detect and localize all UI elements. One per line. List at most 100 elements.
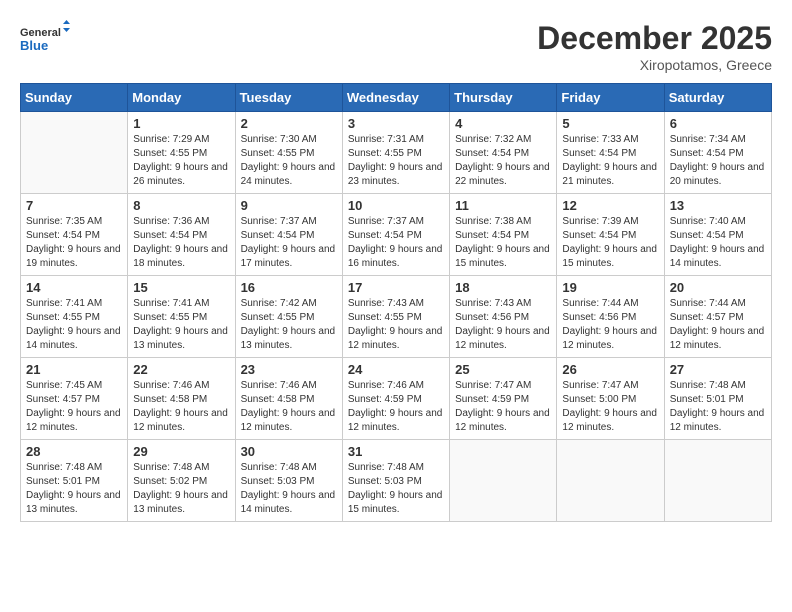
calendar-cell: 16Sunrise: 7:42 AMSunset: 4:55 PMDayligh…	[235, 276, 342, 358]
day-info: Sunrise: 7:30 AMSunset: 4:55 PMDaylight:…	[241, 133, 337, 189]
location: Xiropotamos, Greece	[537, 57, 772, 73]
day-number: 29	[133, 444, 229, 459]
day-info: Sunrise: 7:47 AMSunset: 4:59 PMDaylight:…	[455, 379, 551, 435]
day-number: 30	[241, 444, 337, 459]
calendar-cell: 21Sunrise: 7:45 AMSunset: 4:57 PMDayligh…	[21, 358, 128, 440]
day-info: Sunrise: 7:33 AMSunset: 4:54 PMDaylight:…	[562, 133, 658, 189]
day-number: 6	[670, 116, 766, 131]
day-info: Sunrise: 7:47 AMSunset: 5:00 PMDaylight:…	[562, 379, 658, 435]
day-number: 14	[26, 280, 122, 295]
calendar-cell: 20 Sunrise: 7:44 AMSunset: 4:57 PMDayligh…	[664, 276, 771, 358]
header-saturday: Saturday	[664, 84, 771, 112]
day-number: 9	[241, 198, 337, 213]
calendar-cell: 5 Sunrise: 7:33 AMSunset: 4:54 PMDaylight…	[557, 112, 664, 194]
header-wednesday: Wednesday	[342, 84, 449, 112]
day-number: 17	[348, 280, 444, 295]
calendar-cell: 12 Sunrise: 7:39 AMSunset: 4:54 PMDayligh…	[557, 194, 664, 276]
calendar-week-row: 14 Sunrise: 7:41 AMSunset: 4:55 PMDayligh…	[21, 276, 772, 358]
calendar-cell: 29 Sunrise: 7:48 AMSunset: 5:02 PMDayligh…	[128, 440, 235, 522]
day-number: 12	[562, 198, 658, 213]
day-number: 11	[455, 198, 551, 213]
day-number: 3	[348, 116, 444, 131]
logo: General Blue	[20, 20, 70, 60]
day-info: Sunrise: 7:32 AMSunset: 4:54 PMDaylight:…	[455, 133, 551, 189]
day-number: 5	[562, 116, 658, 131]
day-number: 18	[455, 280, 551, 295]
day-number: 24	[348, 362, 444, 377]
page-header: General Blue December 2025 Xiropotamos, …	[20, 20, 772, 73]
day-number: 7	[26, 198, 122, 213]
calendar-cell: 31Sunrise: 7:48 AMSunset: 5:03 PMDayligh…	[342, 440, 449, 522]
day-number: 20	[670, 280, 766, 295]
day-number: 16	[241, 280, 337, 295]
day-number: 2	[241, 116, 337, 131]
day-info: Sunrise: 7:48 AMSunset: 5:02 PMDaylight:…	[133, 461, 229, 517]
day-info: Sunrise: 7:48 AMSunset: 5:03 PMDaylight:…	[241, 461, 337, 517]
day-info: Sunrise: 7:45 AMSunset: 4:57 PMDaylight:…	[26, 379, 122, 435]
day-number: 13	[670, 198, 766, 213]
calendar-cell	[450, 440, 557, 522]
calendar-cell: 24Sunrise: 7:46 AMSunset: 4:59 PMDayligh…	[342, 358, 449, 440]
day-number: 4	[455, 116, 551, 131]
calendar-cell: 18 Sunrise: 7:43 AMSunset: 4:56 PMDayligh…	[450, 276, 557, 358]
calendar-cell: 26Sunrise: 7:47 AMSunset: 5:00 PMDayligh…	[557, 358, 664, 440]
calendar-cell: 15 Sunrise: 7:41 AMSunset: 4:55 PMDayligh…	[128, 276, 235, 358]
day-number: 8	[133, 198, 229, 213]
header-thursday: Thursday	[450, 84, 557, 112]
day-info: Sunrise: 7:48 AMSunset: 5:03 PMDaylight:…	[348, 461, 444, 517]
day-number: 15	[133, 280, 229, 295]
calendar-week-row: 28Sunrise: 7:48 AMSunset: 5:01 PMDayligh…	[21, 440, 772, 522]
calendar-cell: 27 Sunrise: 7:48 AMSunset: 5:01 PMDayligh…	[664, 358, 771, 440]
day-info: Sunrise: 7:46 AMSunset: 4:58 PMDaylight:…	[241, 379, 337, 435]
day-number: 10	[348, 198, 444, 213]
calendar-cell: 1 Sunrise: 7:29 AMSunset: 4:55 PMDaylight…	[128, 112, 235, 194]
day-number: 23	[241, 362, 337, 377]
calendar-cell: 9Sunrise: 7:37 AMSunset: 4:54 PMDaylight…	[235, 194, 342, 276]
day-info: Sunrise: 7:46 AMSunset: 4:58 PMDaylight:…	[133, 379, 229, 435]
day-info: Sunrise: 7:44 AMSunset: 4:56 PMDaylight:…	[562, 297, 658, 353]
calendar-header-row: SundayMondayTuesdayWednesdayThursdayFrid…	[21, 84, 772, 112]
day-info: Sunrise: 7:43 AMSunset: 4:55 PMDaylight:…	[348, 297, 444, 353]
header-monday: Monday	[128, 84, 235, 112]
calendar-cell: 28Sunrise: 7:48 AMSunset: 5:01 PMDayligh…	[21, 440, 128, 522]
calendar-cell	[21, 112, 128, 194]
calendar-cell: 23 Sunrise: 7:46 AMSunset: 4:58 PMDayligh…	[235, 358, 342, 440]
day-info: Sunrise: 7:43 AMSunset: 4:56 PMDaylight:…	[455, 297, 551, 353]
day-info: Sunrise: 7:41 AMSunset: 4:55 PMDaylight:…	[26, 297, 122, 353]
calendar-cell: 3 Sunrise: 7:31 AMSunset: 4:55 PMDaylight…	[342, 112, 449, 194]
calendar-table: SundayMondayTuesdayWednesdayThursdayFrid…	[20, 83, 772, 522]
calendar-cell: 10 Sunrise: 7:37 AMSunset: 4:54 PMDayligh…	[342, 194, 449, 276]
calendar-cell: 11Sunrise: 7:38 AMSunset: 4:54 PMDayligh…	[450, 194, 557, 276]
day-info: Sunrise: 7:41 AMSunset: 4:55 PMDaylight:…	[133, 297, 229, 353]
calendar-cell: 30 Sunrise: 7:48 AMSunset: 5:03 PMDayligh…	[235, 440, 342, 522]
calendar-cell: 19Sunrise: 7:44 AMSunset: 4:56 PMDayligh…	[557, 276, 664, 358]
calendar-week-row: 1 Sunrise: 7:29 AMSunset: 4:55 PMDaylight…	[21, 112, 772, 194]
calendar-cell: 17 Sunrise: 7:43 AMSunset: 4:55 PMDayligh…	[342, 276, 449, 358]
calendar-cell: 22 Sunrise: 7:46 AMSunset: 4:58 PMDayligh…	[128, 358, 235, 440]
day-info: Sunrise: 7:39 AMSunset: 4:54 PMDaylight:…	[562, 215, 658, 271]
title-block: December 2025 Xiropotamos, Greece	[537, 20, 772, 73]
calendar-cell: 25 Sunrise: 7:47 AMSunset: 4:59 PMDayligh…	[450, 358, 557, 440]
calendar-week-row: 7 Sunrise: 7:35 AMSunset: 4:54 PMDaylight…	[21, 194, 772, 276]
day-number: 27	[670, 362, 766, 377]
header-friday: Friday	[557, 84, 664, 112]
calendar-cell: 14 Sunrise: 7:41 AMSunset: 4:55 PMDayligh…	[21, 276, 128, 358]
calendar-cell	[557, 440, 664, 522]
month-title: December 2025	[537, 20, 772, 57]
day-number: 1	[133, 116, 229, 131]
day-info: Sunrise: 7:44 AMSunset: 4:57 PMDaylight:…	[670, 297, 766, 353]
day-info: Sunrise: 7:29 AMSunset: 4:55 PMDaylight:…	[133, 133, 229, 189]
calendar-week-row: 21Sunrise: 7:45 AMSunset: 4:57 PMDayligh…	[21, 358, 772, 440]
day-number: 25	[455, 362, 551, 377]
day-info: Sunrise: 7:35 AMSunset: 4:54 PMDaylight:…	[26, 215, 122, 271]
calendar-cell: 8 Sunrise: 7:36 AMSunset: 4:54 PMDaylight…	[128, 194, 235, 276]
day-number: 22	[133, 362, 229, 377]
calendar-cell	[664, 440, 771, 522]
svg-text:Blue: Blue	[20, 38, 48, 53]
day-info: Sunrise: 7:36 AMSunset: 4:54 PMDaylight:…	[133, 215, 229, 271]
day-info: Sunrise: 7:37 AMSunset: 4:54 PMDaylight:…	[348, 215, 444, 271]
day-info: Sunrise: 7:31 AMSunset: 4:55 PMDaylight:…	[348, 133, 444, 189]
calendar-cell: 13Sunrise: 7:40 AMSunset: 4:54 PMDayligh…	[664, 194, 771, 276]
day-info: Sunrise: 7:48 AMSunset: 5:01 PMDaylight:…	[670, 379, 766, 435]
day-number: 28	[26, 444, 122, 459]
